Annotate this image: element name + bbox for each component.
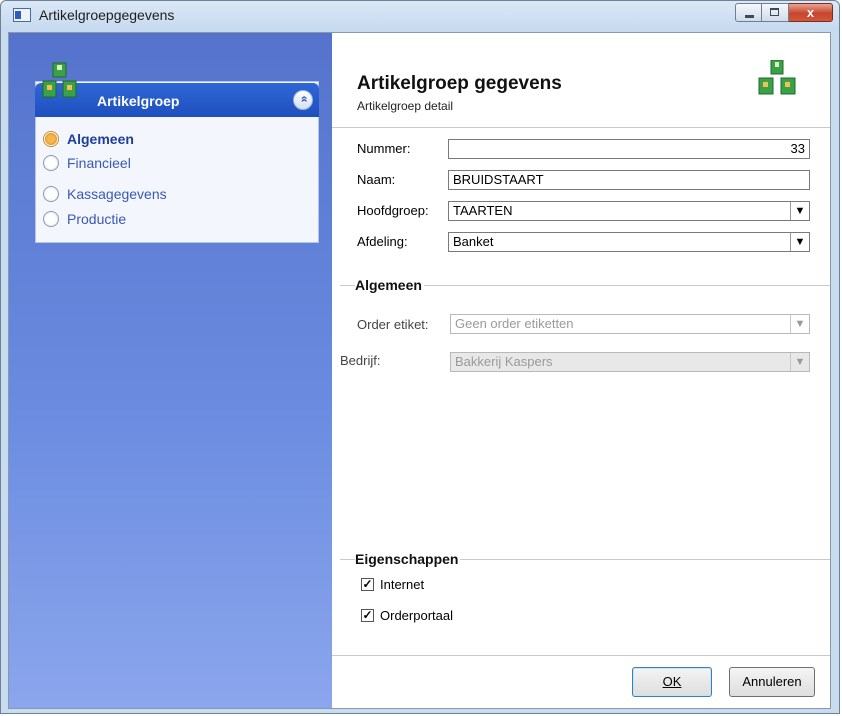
algemeen-group-title: Algemeen bbox=[355, 277, 424, 293]
internet-checkbox[interactable]: ✓ bbox=[361, 578, 374, 591]
nummer-input[interactable]: 33 bbox=[448, 139, 810, 159]
naam-label: Naam: bbox=[357, 172, 396, 187]
dialog-window: Artikelgroepgegevens x Artikelgroep » Al… bbox=[0, 0, 840, 714]
hoofdgroep-value: TAARTEN bbox=[453, 203, 513, 218]
dialog-client: Artikelgroep » Algemeen Financieel Kassa… bbox=[8, 32, 831, 709]
dropdown-arrow-icon: ▼ bbox=[790, 315, 809, 333]
maximize-button[interactable] bbox=[762, 3, 789, 22]
bedrijf-label: Bedrijf: bbox=[340, 353, 381, 368]
ok-button-label: OK bbox=[662, 674, 682, 689]
nav-item-algemeen[interactable]: Algemeen bbox=[43, 129, 134, 149]
product-group-icon bbox=[758, 60, 796, 95]
nav-item-productie[interactable]: Productie bbox=[43, 209, 126, 229]
hoofdgroep-select[interactable]: TAARTEN ▼ bbox=[448, 201, 810, 221]
ok-button[interactable]: OK bbox=[632, 667, 712, 697]
collapse-icon[interactable]: » bbox=[293, 90, 313, 110]
product-group-icon bbox=[42, 62, 77, 98]
header-separator bbox=[332, 127, 830, 128]
footer-separator bbox=[332, 655, 830, 656]
minimize-icon bbox=[745, 15, 754, 18]
page-title: Artikelgroep gegevens bbox=[357, 73, 562, 94]
bedrijf-value: Bakkerij Kaspers bbox=[455, 354, 553, 369]
dropdown-arrow-icon[interactable]: ▼ bbox=[790, 202, 809, 220]
page-subtitle: Artikelgroep detail bbox=[357, 99, 454, 113]
afdeling-value: Banket bbox=[453, 234, 494, 249]
order-etiket-select: Geen order etiketten ▼ bbox=[450, 314, 810, 334]
close-button[interactable]: x bbox=[789, 3, 833, 22]
close-icon: x bbox=[806, 5, 815, 20]
dropdown-arrow-icon: ▼ bbox=[790, 353, 809, 371]
app-icon bbox=[13, 8, 31, 22]
naam-input[interactable]: BRUIDSTAART bbox=[448, 170, 810, 190]
internet-label: Internet bbox=[380, 577, 425, 592]
cancel-button[interactable]: Annuleren bbox=[729, 667, 815, 697]
nav-item-financieel[interactable]: Financieel bbox=[43, 153, 131, 173]
nav-radio-algemeen[interactable] bbox=[43, 131, 59, 147]
cancel-button-label: Annuleren bbox=[742, 674, 802, 689]
bedrijf-select: Bakkerij Kaspers ▼ bbox=[450, 352, 810, 372]
hoofdgroep-label: Hoofdgroep: bbox=[357, 203, 429, 218]
nav-radio-financieel[interactable] bbox=[43, 155, 59, 171]
window-title: Artikelgroepgegevens bbox=[39, 7, 175, 23]
dropdown-arrow-icon[interactable]: ▼ bbox=[790, 233, 809, 251]
orderportaal-label: Orderportaal bbox=[380, 608, 453, 623]
afdeling-select[interactable]: Banket ▼ bbox=[448, 232, 810, 252]
afdeling-label: Afdeling: bbox=[357, 234, 408, 249]
nav-label-kassagegevens: Kassagegevens bbox=[67, 186, 167, 202]
eigenschappen-group-title: Eigenschappen bbox=[355, 551, 461, 567]
collapse-glyph: » bbox=[296, 95, 310, 103]
maximize-icon bbox=[770, 8, 779, 16]
order-etiket-value: Geen order etiketten bbox=[455, 316, 574, 331]
minimize-button[interactable] bbox=[735, 3, 762, 22]
sidebar: Artikelgroep » Algemeen Financieel Kassa… bbox=[9, 33, 332, 708]
nav-label-productie: Productie bbox=[67, 211, 127, 227]
nav-panel-title: Artikelgroep bbox=[97, 93, 180, 109]
content-pane: Artikelgroep gegevens Artikelgroep detai… bbox=[332, 33, 830, 708]
nav-radio-productie[interactable] bbox=[43, 211, 59, 227]
nav-label-algemeen: Algemeen bbox=[67, 131, 134, 147]
nummer-label: Nummer: bbox=[357, 141, 411, 156]
nav-label-financieel: Financieel bbox=[67, 155, 131, 171]
nav-item-kassagegevens[interactable]: Kassagegevens bbox=[43, 184, 167, 204]
title-bar[interactable]: Artikelgroepgegevens x bbox=[1, 1, 839, 31]
nav-radio-kassagegevens[interactable] bbox=[43, 186, 59, 202]
window-controls: x bbox=[735, 3, 833, 22]
order-etiket-label: Order etiket: bbox=[357, 317, 429, 332]
orderportaal-checkbox[interactable]: ✓ bbox=[361, 609, 374, 622]
